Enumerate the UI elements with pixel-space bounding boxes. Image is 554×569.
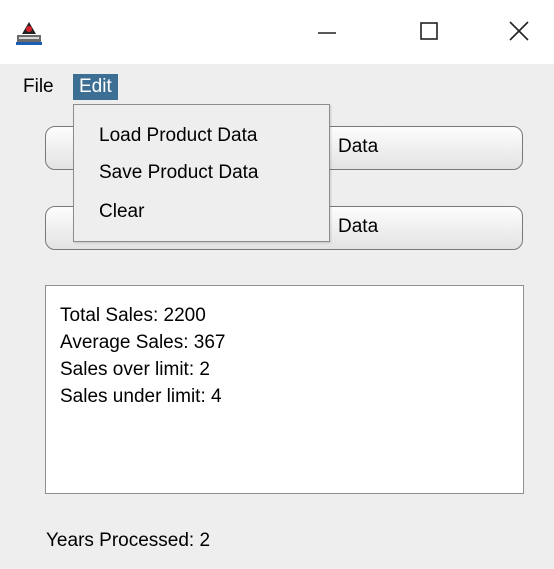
java-duke-icon: [16, 20, 42, 46]
average-sales-line: Average Sales: 367: [60, 332, 226, 353]
sales-under-limit-line: Sales under limit: 4: [60, 386, 222, 407]
menu-item-clear[interactable]: Clear: [99, 199, 144, 225]
maximize-icon: [419, 21, 439, 46]
process-data-button-label: Data: [338, 216, 379, 237]
load-data-button-label: Data: [338, 136, 379, 157]
minimize-button[interactable]: [300, 14, 354, 52]
maximize-button[interactable]: [402, 14, 456, 52]
minimize-icon: [317, 21, 337, 46]
results-text-area[interactable]: Total Sales: 2200 Average Sales: 367 Sal…: [45, 285, 524, 494]
sales-over-limit-line: Sales over limit: 2: [60, 359, 210, 380]
menu-item-load-product-data[interactable]: Load Product Data: [99, 123, 257, 149]
years-processed-label: Years Processed: 2: [46, 530, 211, 551]
edit-menu-popup: Load Product Data Save Product Data Clea…: [73, 104, 330, 242]
menu-file[interactable]: File: [18, 74, 59, 100]
total-sales-line: Total Sales: 2200: [60, 305, 206, 326]
title-bar: [0, 0, 554, 64]
close-button[interactable]: [492, 14, 546, 52]
close-icon: [508, 20, 530, 47]
menu-item-save-product-data[interactable]: Save Product Data: [99, 160, 258, 186]
menu-edit[interactable]: Edit: [73, 74, 118, 100]
